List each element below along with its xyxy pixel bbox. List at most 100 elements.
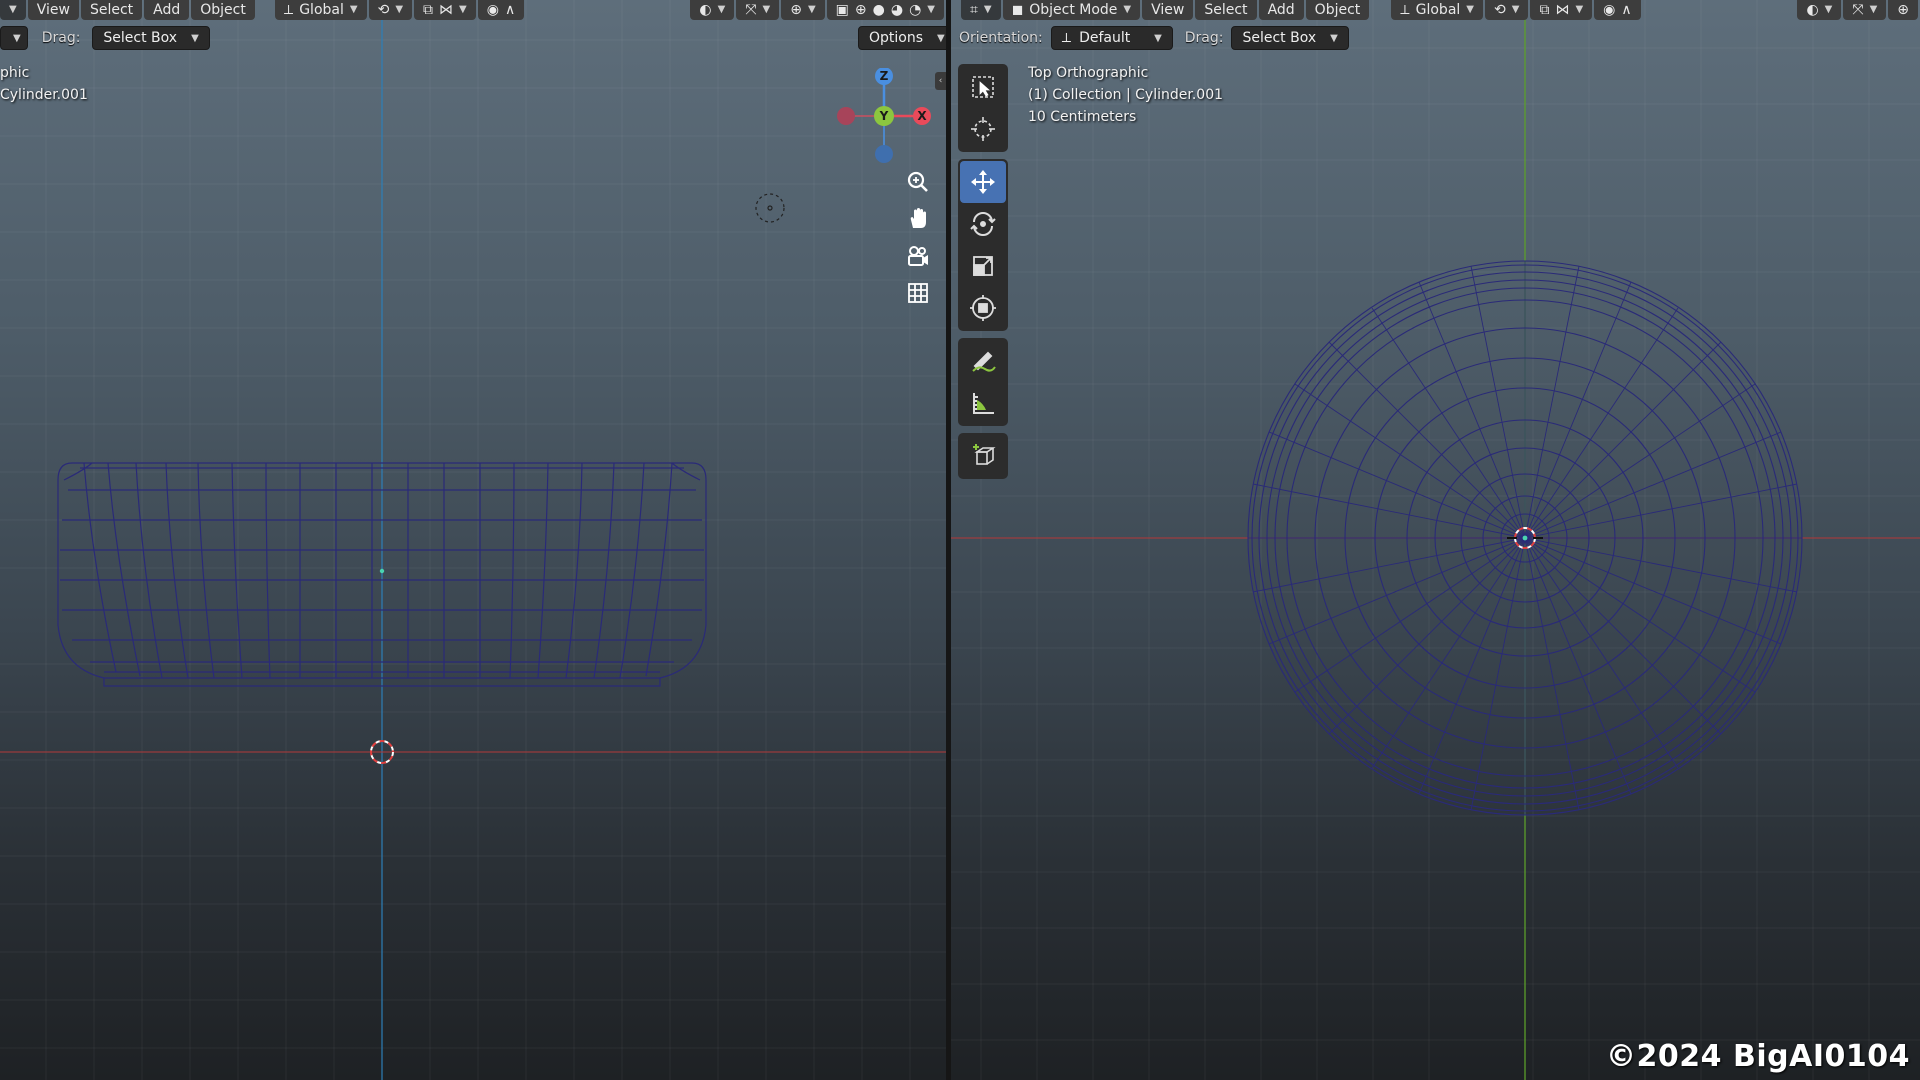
grid-view-icon[interactable] [901,276,935,310]
gizmo-dd-right[interactable]: ⤧ ▼ [1843,0,1887,20]
menu-object-right[interactable]: Object [1305,0,1370,20]
select-box-icon[interactable] [960,66,1006,108]
pivot-icon: ⟲ [377,2,390,18]
origin-dot [379,568,385,574]
scale-icon[interactable] [960,245,1006,287]
proportional-edit-right[interactable]: ◉ ∧ [1594,0,1641,20]
orientation-default-dd[interactable]: ⟂ Default ▼ [1050,26,1173,50]
pivot-dd-left[interactable]: ⟲ ▼ [368,0,413,20]
options-label: Options [869,30,924,46]
gizmo-x-label: X [917,109,927,123]
orientation-label: Orientation: [959,30,1043,46]
right-viewport[interactable]: ⌗ ▼ ◼ Object Mode ▼ View Select Add Objec… [951,0,1920,1080]
transform-icon[interactable] [960,287,1006,329]
menu-add-left[interactable]: Add [144,0,190,20]
rendered-shading-icon: ◔ [909,2,922,18]
xray-icon: ▣ [835,2,849,18]
right-collection-name: (1) Collection | Cylinder.001 [1028,87,1224,103]
shading-left[interactable]: ▣ ⊕ ● ◕ ◔ ▼ [826,0,944,20]
gizmo-y-label: Y [879,109,889,123]
visibility-icon-right: ◐ [1806,2,1819,18]
left-header: ▼ View Select Add Object ⟂ Global ▼ ⟲ ▼ ⧉… [0,0,946,20]
left-grid [0,0,946,1080]
options-wrap: Options ▼ [858,26,946,50]
gizmo-neg-x[interactable] [837,107,855,125]
cursor-icon[interactable] [960,108,1006,150]
object-mode-dd[interactable]: ◼ Object Mode ▼ [1002,0,1141,20]
snap-increment-icon-right: ⋈ [1555,2,1570,18]
snap-dd-right[interactable]: ⧉ ⋈ ▼ [1530,0,1593,20]
overlay-icon: ⊕ [790,2,802,18]
overlay-dd-left[interactable]: ⊕ ▼ [781,0,825,20]
solid-shading-icon: ● [872,2,885,18]
orientation-dd-left[interactable]: ⟂ Global ▼ [274,0,367,20]
origin-dot-top [1522,535,1528,541]
rotate-icon[interactable] [960,203,1006,245]
gizmo-z-label: Z [880,69,889,83]
orientation-icon: ⟂ [283,2,294,18]
menu-view-left[interactable]: View [27,0,79,20]
left-viewport[interactable]: ▼ View Select Add Object ⟂ Global ▼ ⟲ ▼ ⧉… [0,0,946,1080]
gizmo-neg-z[interactable] [875,145,893,163]
menu-add-right[interactable]: Add [1258,0,1304,20]
pan-hand-icon[interactable] [901,202,935,236]
gizmo-toggle-icon: ⤧ [745,2,757,18]
right-viewport-info: Top Orthographic (1) Collection | Cylind… [1028,62,1223,128]
editor-type-dd[interactable]: ⌗ ▼ [961,0,1001,20]
tool-shelf [958,64,1008,486]
left-view-name: phic [0,65,30,81]
gizmo-toggle-icon-right: ⤧ [1852,2,1864,18]
orientation-value-left: Global [299,2,344,18]
watermark: ©2024 BigAI0104 [1606,1039,1910,1074]
transform-orientation-icon: ⟂ [1061,30,1072,46]
menu-object-left[interactable]: Object [191,0,255,20]
left-partial-dd[interactable]: ▼ [0,26,28,50]
orientation-dd-right[interactable]: ⟂ Global ▼ [1391,0,1483,20]
measure-icon[interactable] [960,382,1006,424]
gizmo-dd-left[interactable]: ⤧ ▼ [736,0,780,20]
left-header-collapsed-dd[interactable]: ▼ [0,0,26,20]
mode-label: Object Mode [1029,2,1118,18]
overlay-dd-right[interactable]: ⊕ [1888,0,1918,20]
pivot-dd-right[interactable]: ⟲ ▼ [1485,0,1529,20]
material-shading-icon: ◕ [890,2,904,18]
add-cube-icon[interactable] [960,435,1006,477]
overlay-icon-right: ⊕ [1897,2,1909,18]
proportional-edit-left[interactable]: ◉ ∧ [477,0,525,20]
menu-view-right[interactable]: View [1142,0,1194,20]
right-view-name: Top Orthographic [1028,65,1149,81]
falloff-icon: ∧ [504,2,516,18]
snap-icon: ⧉ [423,2,434,18]
drag-value-left: Select Box [103,30,178,46]
drag-value-right: Select Box [1242,30,1317,46]
falloff-icon-right: ∧ [1621,2,1632,18]
orientation-icon-right: ⟂ [1400,2,1410,18]
snap-dd-left[interactable]: ⧉ ⋈ ▼ [414,0,476,20]
move-icon[interactable] [960,161,1006,203]
menu-select-left[interactable]: Select [80,0,143,20]
right-grid-scale: 10 Centimeters [1028,109,1137,125]
options-dd[interactable]: Options ▼ [858,26,946,50]
proportional-icon-right: ◉ [1603,2,1616,18]
orientation-value-right: Global [1415,2,1461,18]
visibility-dd-left[interactable]: ◐ ▼ [690,0,735,20]
snap-icon-right: ⧉ [1539,2,1550,18]
menu-select-right[interactable]: Select [1195,0,1257,20]
right-tool-settings: Orientation: ⟂ Default ▼ Drag: Select Bo… [959,26,1349,50]
annotate-icon[interactable] [960,340,1006,382]
sidebar-toggle-left[interactable]: ‹ [935,72,946,90]
pivot-icon-right: ⟲ [1494,2,1506,18]
drag-label-left: Drag: [41,30,81,46]
navigation-gizmo[interactable]: Z X Y [832,68,936,168]
left-tool-settings: ▼ Drag: Select Box ▼ [0,26,210,50]
left-viewport-info: phic Cylinder.001 [0,62,88,106]
drag-select-box-right[interactable]: Select Box ▼ [1231,26,1349,50]
proportional-icon: ◉ [486,2,499,18]
zoom-icon[interactable] [901,165,935,199]
snap-increment-icon: ⋈ [439,2,454,18]
camera-icon[interactable] [901,239,935,273]
drag-select-box-left[interactable]: Select Box ▼ [92,26,210,50]
drag-label-right: Drag: [1184,30,1224,46]
object-mode-icon: ◼ [1011,2,1024,18]
visibility-dd-right[interactable]: ◐ ▼ [1797,0,1842,20]
